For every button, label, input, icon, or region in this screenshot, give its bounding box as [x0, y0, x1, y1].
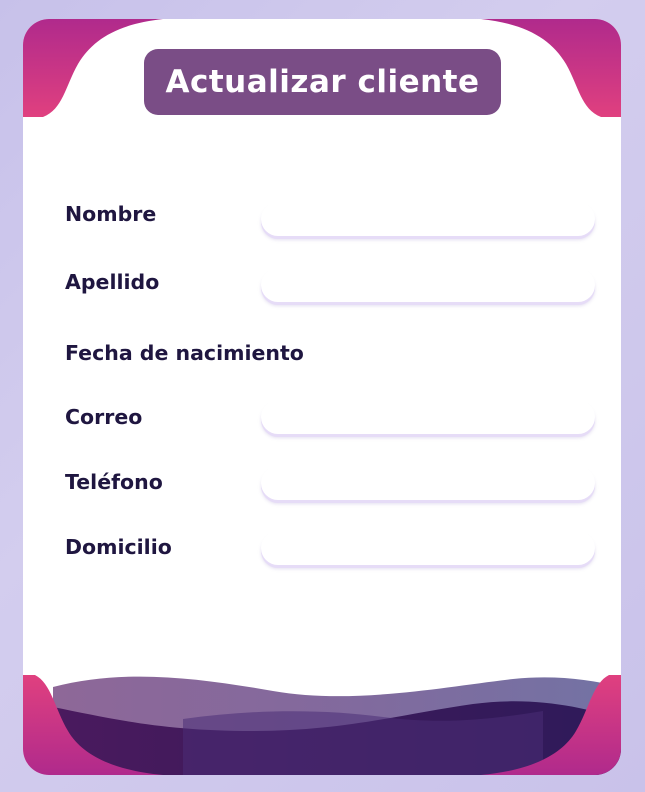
- wave-mid: [183, 711, 543, 775]
- label-apellido: Apellido: [65, 270, 160, 294]
- telefono-input[interactable]: [261, 466, 595, 500]
- apellido-input[interactable]: [261, 268, 595, 302]
- decorative-background-shapes: [23, 19, 621, 775]
- wave-front: [53, 701, 621, 775]
- domicilio-input[interactable]: [261, 531, 595, 565]
- label-telefono: Teléfono: [65, 470, 163, 494]
- title-banner: Actualizar cliente: [144, 49, 501, 115]
- label-nombre: Nombre: [65, 202, 157, 226]
- nombre-input[interactable]: [261, 202, 595, 236]
- corner-shape-bottom-left: [23, 675, 163, 775]
- correo-input[interactable]: [261, 400, 595, 434]
- label-correo: Correo: [65, 405, 143, 429]
- corner-shape-top-left: [23, 19, 163, 117]
- page-title: Actualizar cliente: [165, 64, 480, 100]
- corner-shape-bottom-right: [481, 675, 621, 775]
- label-domicilio: Domicilio: [65, 535, 172, 559]
- wave-back: [53, 676, 621, 775]
- label-fecha-nacimiento: Fecha de nacimiento: [65, 341, 304, 365]
- form-card: Actualizar cliente Nombre Apellido Fecha…: [23, 19, 621, 775]
- corner-shape-top-right: [481, 19, 621, 117]
